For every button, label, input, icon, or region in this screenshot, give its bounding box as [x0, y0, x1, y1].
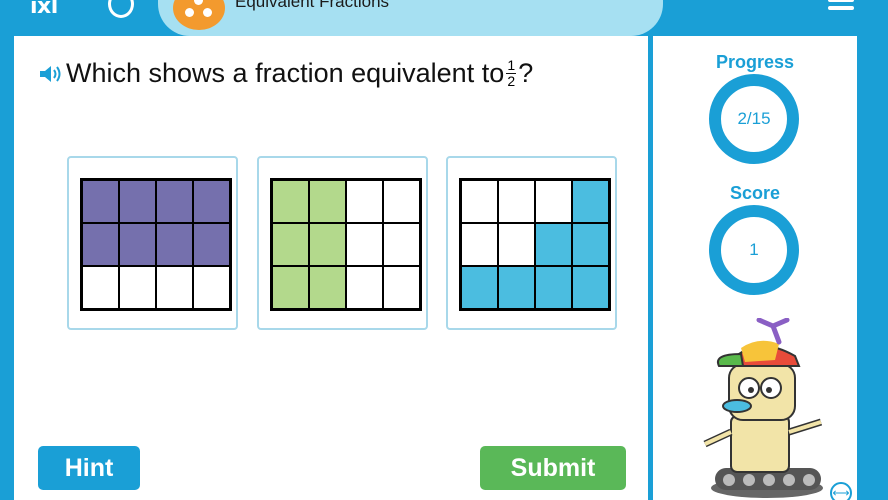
grid-cell: [272, 180, 309, 223]
answer-choice-2[interactable]: [257, 156, 428, 330]
score-value: 1: [749, 240, 759, 259]
progress-label: Progress: [715, 52, 795, 72]
grid-cell: [193, 266, 230, 309]
grid-cell: [156, 180, 193, 223]
grid-cell: [498, 266, 535, 309]
grid-cell: [383, 223, 420, 266]
grid-cell: [119, 223, 156, 266]
grid-cell: [119, 266, 156, 309]
grid-cell: [461, 266, 498, 309]
progress-value: 2/15: [737, 109, 771, 128]
fraction-numerator: 1: [507, 57, 516, 73]
grid-cell: [156, 223, 193, 266]
grid-cell: [119, 180, 156, 223]
grid-cell: [309, 180, 346, 223]
score-label: Score: [729, 183, 781, 203]
grid-cell: [193, 180, 230, 223]
answer-choice-1[interactable]: [67, 156, 238, 330]
fraction-denominator: 2: [507, 73, 516, 89]
grid-cell: [346, 180, 383, 223]
grid-cell: [535, 266, 572, 309]
question-text: Which shows a fraction equivalent to: [66, 58, 505, 88]
question-mark: ?: [518, 58, 534, 88]
grid-cell: [572, 223, 609, 266]
grid-cell: [535, 180, 572, 223]
grid-cell: [461, 223, 498, 266]
fraction-model-grid: [80, 178, 232, 311]
grid-cell: [572, 180, 609, 223]
robot-mascot-icon: [703, 318, 823, 498]
hamburger-menu-icon[interactable]: [828, 0, 854, 12]
sidebar: Progress 2/15 Score 1: [653, 36, 857, 500]
question-panel: Which shows a fraction equivalent to 1 2…: [14, 36, 648, 500]
grid-cell: [461, 180, 498, 223]
skill-title: Equivalent Fractions: [235, 0, 390, 11]
hint-button[interactable]: Hint: [38, 446, 140, 490]
grid-cell: [383, 266, 420, 309]
top-bar: ixl Equivalent Fractions: [0, 0, 888, 36]
grid-cell: [498, 180, 535, 223]
question: Which shows a fraction equivalent to 1 2…: [38, 58, 533, 89]
grid-cell: [346, 266, 383, 309]
grid-cell: [346, 223, 383, 266]
answer-choice-3[interactable]: [446, 156, 617, 330]
submit-button[interactable]: Submit: [480, 446, 626, 490]
grid-cell: [272, 223, 309, 266]
grid-cell: [82, 223, 119, 266]
speaker-icon[interactable]: [38, 64, 62, 84]
grid-cell: [383, 180, 420, 223]
grid-cell: [193, 223, 230, 266]
grid-cell: [82, 266, 119, 309]
logo-bulb-icon: [108, 0, 134, 18]
grid-cell: [309, 223, 346, 266]
logo[interactable]: ixl: [30, 0, 58, 19]
question-fraction: 1 2: [506, 57, 517, 89]
grid-cell: [572, 266, 609, 309]
grid-cell: [82, 180, 119, 223]
fraction-model-grid: [270, 178, 422, 311]
grid-cell: [272, 266, 309, 309]
skill-tab: [158, 0, 663, 36]
progress-ring: 2/15: [709, 74, 799, 164]
grid-cell: [498, 223, 535, 266]
grid-cell: [156, 266, 193, 309]
grid-cell: [309, 266, 346, 309]
grid-cell: [535, 223, 572, 266]
score-ring: 1: [709, 205, 799, 295]
expand-arrows-icon[interactable]: ⟷: [830, 482, 852, 500]
fraction-model-grid: [459, 178, 611, 311]
